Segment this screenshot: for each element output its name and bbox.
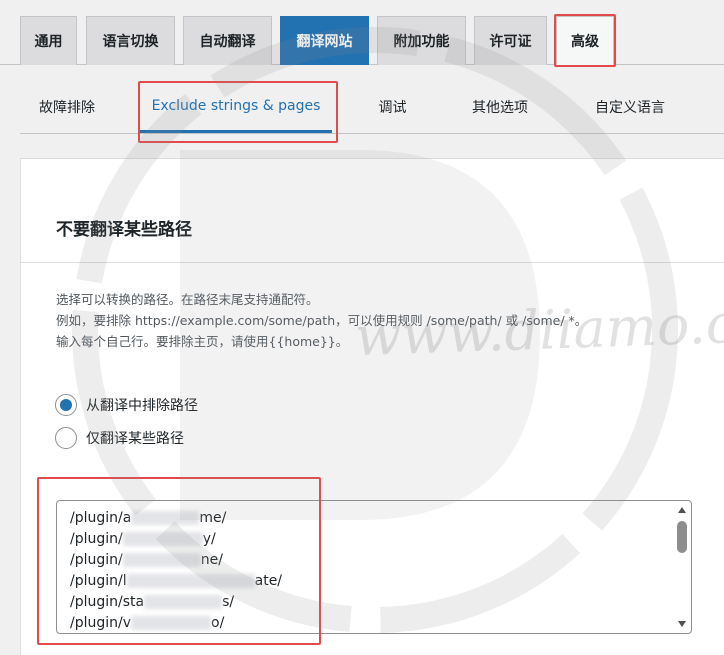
path-line: /plugin/v o/ xyxy=(70,615,224,631)
tab-language-switcher[interactable]: 语言切换 xyxy=(86,16,175,65)
tab-auto-translate[interactable]: 自动翻译 xyxy=(183,16,272,65)
path-suffix: y/ xyxy=(202,531,216,547)
redacted-blur xyxy=(122,553,201,567)
redacted-blur xyxy=(122,532,203,546)
settings-tab-bar: 通用 语言切换 自动翻译 翻译网站 附加功能 许可证 高级 xyxy=(0,0,724,65)
radio-translate-only-paths[interactable]: 仅翻译某些路径 xyxy=(55,427,184,449)
subtab-exclude-strings-pages[interactable]: Exclude strings & pages xyxy=(140,82,332,133)
path-suffix: me/ xyxy=(199,510,227,526)
path-line: /plugin/a me/ xyxy=(70,510,226,526)
path-suffix: ne/ xyxy=(200,552,223,568)
radio-button-unchecked[interactable] xyxy=(55,427,77,449)
tab-general[interactable]: 通用 xyxy=(20,16,77,65)
paths-textarea[interactable]: /plugin/a me/ /plugin/y/ /plugin/ne/ /plu… xyxy=(56,500,692,634)
path-line: /plugin/ne/ xyxy=(70,552,223,568)
tab-translate-site[interactable]: 翻译网站 xyxy=(280,16,369,65)
subtab-debug[interactable]: 调试 xyxy=(365,82,420,132)
subtab-custom-language[interactable]: 自定义语言 xyxy=(583,82,677,132)
description-line-2: 例如，要排除 https://example.com/some/path，可以使… xyxy=(56,313,588,328)
scroll-down-arrow-icon[interactable] xyxy=(678,621,686,627)
path-suffix: s/ xyxy=(222,594,235,610)
description-line-3: 输入每个自己行。要排除主页，请使用{{home}}。 xyxy=(56,334,349,349)
textarea-scrollbar[interactable] xyxy=(675,503,689,631)
exclude-paths-panel: 不要翻译某些路径 选择可以转换的路径。在路径末尾支持通配符。 例如，要排除 ht… xyxy=(20,158,724,655)
tab-addons[interactable]: 附加功能 xyxy=(377,16,466,65)
path-line: /plugin/y/ xyxy=(70,531,216,547)
redacted-blur xyxy=(131,511,200,525)
path-suffix: o/ xyxy=(211,615,225,631)
path-prefix: /plugin/v xyxy=(70,615,132,631)
radio-label-translate-only: 仅翻译某些路径 xyxy=(86,431,184,447)
section-title: 不要翻译某些路径 xyxy=(56,220,192,240)
subtab-troubleshooting[interactable]: 故障排除 xyxy=(20,82,114,132)
path-prefix: /plugin/ xyxy=(70,531,123,547)
radio-dot xyxy=(60,399,72,411)
path-prefix: /plugin/l xyxy=(70,573,127,589)
path-suffix: ate/ xyxy=(254,573,283,589)
redacted-blur xyxy=(131,616,212,630)
advanced-subtab-bar: 故障排除 Exclude strings & pages 调试 其他选项 自定义… xyxy=(20,82,724,134)
path-prefix: /plugin/ xyxy=(70,552,123,568)
subtab-other-options[interactable]: 其他选项 xyxy=(460,82,540,132)
redacted-blur xyxy=(126,574,255,588)
radio-label-exclude: 从翻译中排除路径 xyxy=(86,398,198,414)
tab-license[interactable]: 许可证 xyxy=(474,16,547,65)
path-prefix: /plugin/a xyxy=(70,510,132,526)
scroll-up-arrow-icon[interactable] xyxy=(678,507,686,513)
radio-button-checked[interactable] xyxy=(55,394,77,416)
description-line-1: 选择可以转换的路径。在路径末尾支持通配符。 xyxy=(56,292,319,307)
scroll-thumb[interactable] xyxy=(677,521,687,553)
path-line: /plugin/sta s/ xyxy=(70,594,234,610)
section-divider xyxy=(21,262,724,263)
path-line: /plugin/l ate/ xyxy=(70,573,282,589)
tab-advanced[interactable]: 高级 xyxy=(556,16,614,65)
redacted-blur xyxy=(144,595,223,609)
radio-exclude-paths[interactable]: 从翻译中排除路径 xyxy=(55,394,198,416)
path-prefix: /plugin/sta xyxy=(70,594,145,610)
